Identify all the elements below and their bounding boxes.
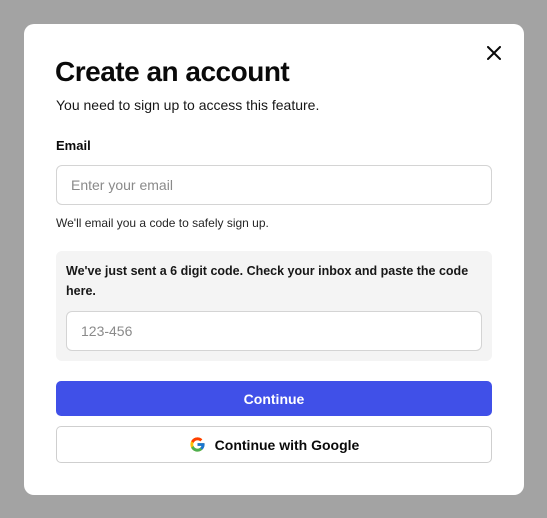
verification-code-panel: We've just sent a 6 digit code. Check yo… <box>56 251 492 361</box>
modal-title: Create an account <box>55 56 290 87</box>
close-icon <box>487 46 501 60</box>
email-field[interactable] <box>56 165 492 205</box>
email-label: Email <box>56 138 91 153</box>
code-sent-message: We've just sent a 6 digit code. Check yo… <box>66 264 469 298</box>
verification-code-field[interactable] <box>66 311 482 351</box>
create-account-modal: Create an account You need to sign up to… <box>24 24 524 495</box>
google-icon <box>189 436 206 453</box>
email-hint: We'll email you a code to safely sign up… <box>56 216 269 230</box>
google-button-label: Continue with Google <box>214 436 360 453</box>
modal-subtitle: You need to sign up to access this featu… <box>56 97 320 113</box>
continue-with-google-button[interactable]: Continue with Google <box>56 426 492 463</box>
close-button[interactable] <box>483 42 505 64</box>
continue-button[interactable]: Continue <box>56 381 492 416</box>
